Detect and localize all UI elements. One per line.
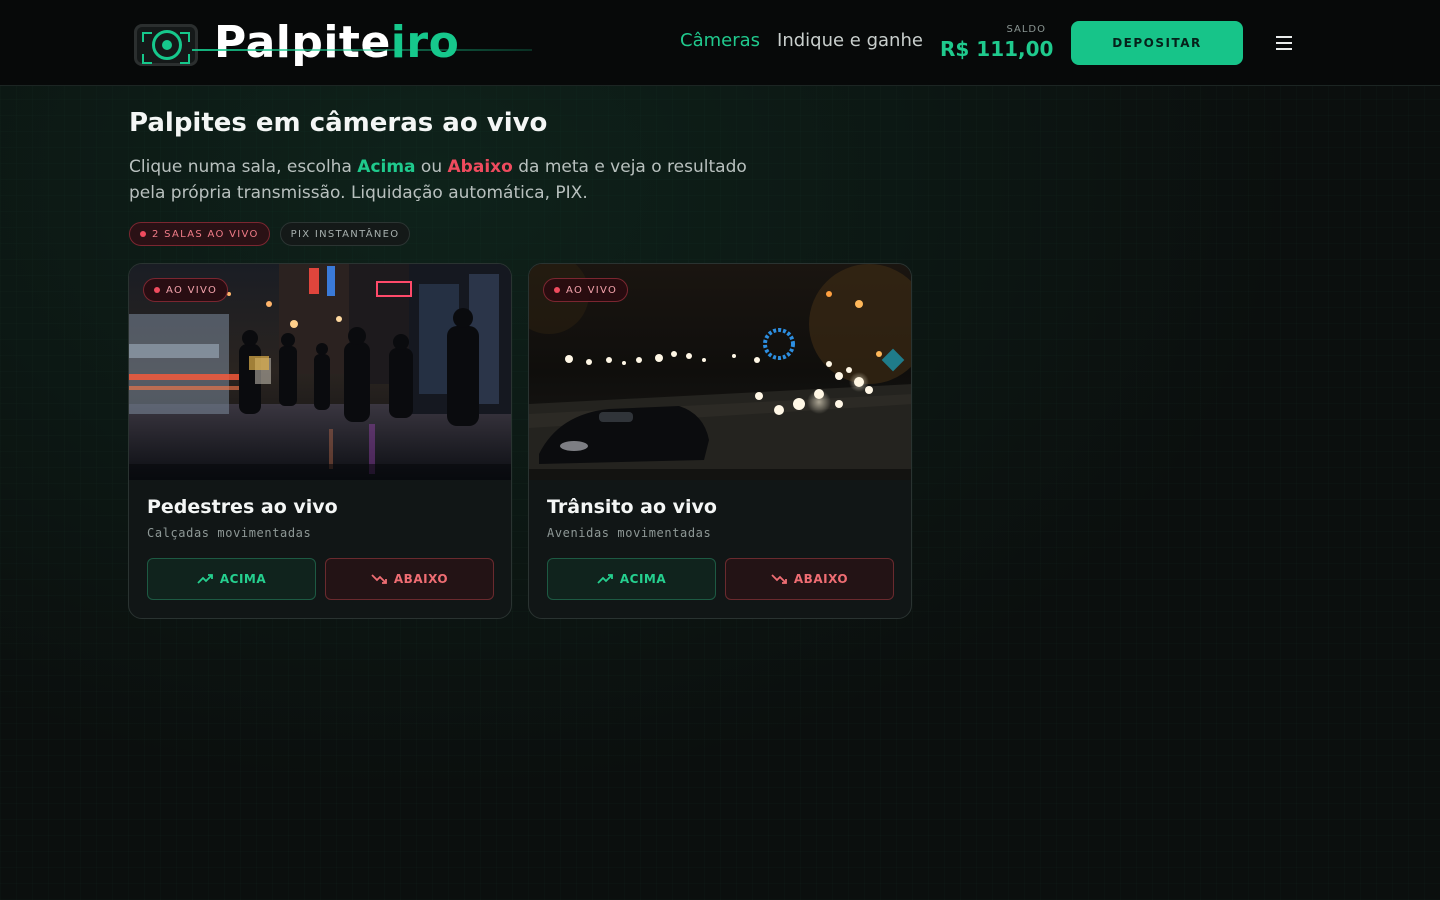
nav-item-referral[interactable]: Indique e ganhe (777, 30, 923, 51)
bet-down-label: ABAIXO (393, 572, 449, 586)
card-title: Trânsito ao vivo (547, 496, 717, 518)
trending-up-icon (197, 574, 213, 584)
live-badge-label: AO VIVO (166, 284, 218, 296)
balance-label: SALDO (1006, 24, 1046, 35)
pix-chip: PIX INSTANTÂNEO (279, 222, 411, 246)
bet-up-label: ACIMA (219, 572, 267, 586)
subtitle-text-1: Clique numa sala, escolha (129, 157, 358, 177)
trending-up-icon (597, 574, 613, 584)
logo-text-part2: iro (390, 17, 460, 68)
subtitle-up-word: Acima (357, 157, 416, 177)
bet-up-label: ACIMA (619, 572, 667, 586)
subtitle-down-word: Abaixo (447, 157, 513, 177)
bet-down-label: ABAIXO (793, 572, 849, 586)
logo-text-part1: Palpite (214, 17, 391, 68)
live-dot-icon (140, 231, 146, 237)
hamburger-menu-icon[interactable] (1272, 32, 1296, 54)
logo-text: Palpiteiro (214, 21, 459, 65)
balance: SALDO R$ 111,00 (940, 24, 1054, 61)
balance-value: R$ 111,00 (940, 37, 1054, 61)
main-nav: Câmeras Indique e ganhe (680, 30, 923, 51)
card-subtitle: Calçadas movimentadas (147, 526, 312, 540)
live-rooms-chip: 2 SALAS AO VIVO (129, 222, 270, 246)
live-dot-icon (154, 287, 160, 293)
top-bar: Palpiteiro Câmeras Indique e ganhe SALDO… (0, 0, 1440, 86)
pix-chip-label: PIX INSTANTÂNEO (290, 228, 400, 240)
trending-down-icon (771, 574, 787, 584)
camera-logo-icon (132, 18, 204, 68)
live-dot-icon (554, 287, 560, 293)
live-rooms-label: 2 SALAS AO VIVO (152, 228, 259, 240)
room-card-traffic[interactable]: AO VIVO Trânsito ao vivo Avenidas movime… (528, 263, 912, 619)
bet-down-button[interactable]: ABAIXO (725, 558, 894, 600)
card-title: Pedestres ao vivo (147, 496, 338, 518)
logo-scan-line (192, 49, 532, 51)
live-badge: AO VIVO (143, 278, 229, 302)
trending-down-icon (371, 574, 387, 584)
room-card-pedestrians[interactable]: AO VIVO Pedestres ao vivo Calçadas movim… (128, 263, 512, 619)
live-badge: AO VIVO (543, 278, 629, 302)
page-subtitle: Clique numa sala, escolha Acima ou Abaix… (129, 154, 769, 206)
page-title: Palpites em câmeras ao vivo (129, 108, 548, 138)
bet-up-button[interactable]: ACIMA (547, 558, 716, 600)
live-badge-label: AO VIVO (566, 284, 618, 296)
subtitle-text-2: ou (415, 157, 448, 177)
logo[interactable]: Palpiteiro (132, 12, 532, 74)
nav-item-cameras[interactable]: Câmeras (680, 30, 760, 51)
info-chips: 2 SALAS AO VIVO PIX INSTANTÂNEO (129, 222, 411, 246)
bet-down-button[interactable]: ABAIXO (325, 558, 494, 600)
deposit-button[interactable]: DEPOSITAR (1071, 21, 1243, 65)
bet-up-button[interactable]: ACIMA (147, 558, 316, 600)
card-subtitle: Avenidas movimentadas (547, 526, 712, 540)
